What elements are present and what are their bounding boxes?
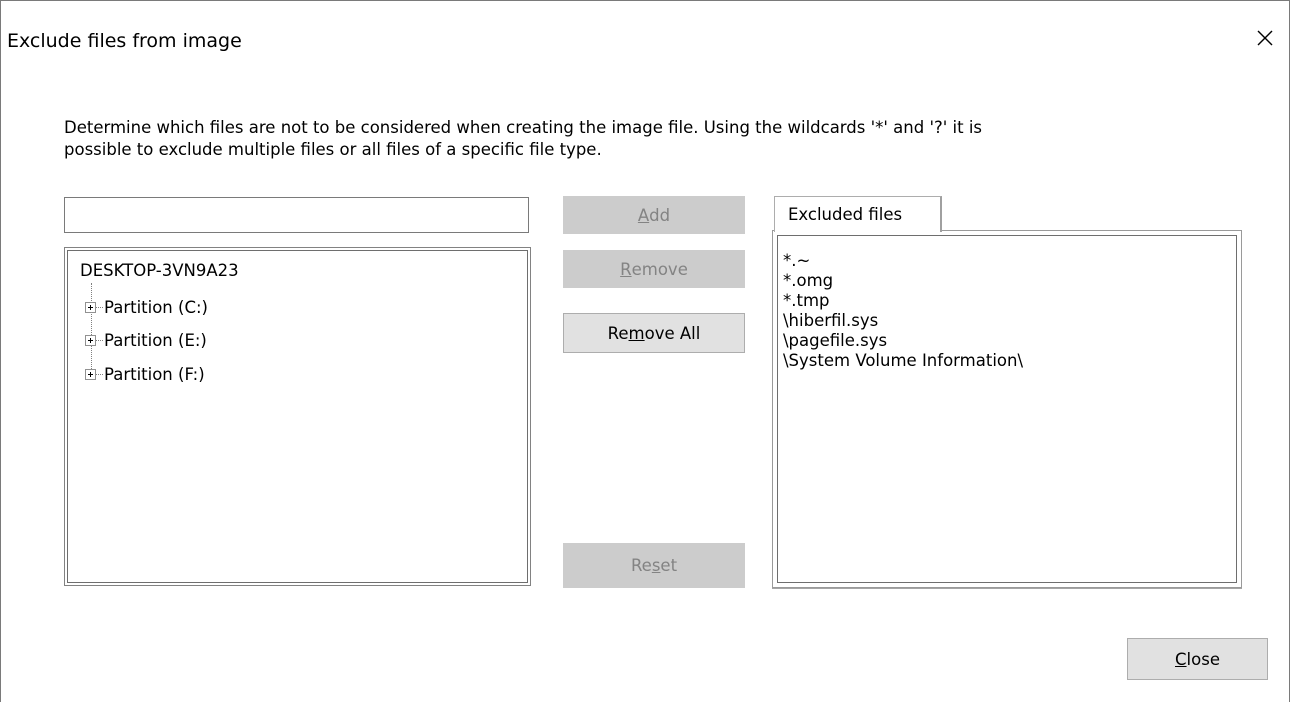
- remove-all-button-mnemonic: m: [628, 323, 645, 343]
- reset-button[interactable]: Re s et: [563, 543, 745, 588]
- tree-node-label: Partition (F:): [104, 364, 205, 384]
- reset-button-mnemonic: s: [651, 556, 661, 575]
- list-item[interactable]: \System Volume Information\: [783, 351, 1023, 371]
- close-button-mnemonic: C: [1175, 649, 1187, 669]
- description-line-2: possible to exclude multiple files or al…: [64, 140, 602, 159]
- dialog-description: Determine which files are not to be cons…: [64, 117, 1184, 161]
- reset-button-prefix: Re: [630, 556, 652, 575]
- reset-button-suffix: et: [660, 556, 678, 575]
- close-button[interactable]: Close: [1127, 638, 1268, 680]
- tab-excluded-files-label: Excluded files: [788, 205, 903, 224]
- drive-tree-frame: DESKTOP-3VN9A23 Partition (C:) Partition…: [67, 250, 528, 583]
- list-item[interactable]: *.~: [783, 251, 1023, 271]
- tree-node-partition-c[interactable]: Partition (C:): [85, 296, 208, 318]
- remove-button[interactable]: Remove: [563, 250, 745, 288]
- drive-tree[interactable]: DESKTOP-3VN9A23 Partition (C:) Partition…: [64, 247, 531, 586]
- list-item[interactable]: \hiberfil.sys: [783, 311, 1023, 331]
- add-button-suffix: dd: [649, 205, 671, 225]
- list-item[interactable]: *.tmp: [783, 291, 1023, 311]
- plus-box-icon[interactable]: [85, 368, 96, 380]
- tree-connector-dots: [96, 339, 103, 341]
- tree-node-label: Partition (C:): [104, 297, 208, 317]
- close-icon[interactable]: [1250, 23, 1280, 53]
- list-item[interactable]: *.omg: [783, 271, 1023, 291]
- plus-box-icon[interactable]: [85, 334, 96, 346]
- remove-all-button[interactable]: Re m ove All: [563, 313, 745, 353]
- plus-box-icon[interactable]: [85, 301, 96, 313]
- remove-all-button-suffix: ove All: [644, 323, 701, 343]
- excluded-files-list[interactable]: *.~ *.omg *.tmp \hiberfil.sys \pagefile.…: [772, 230, 1242, 588]
- tab-excluded-files[interactable]: Excluded files: [774, 196, 942, 232]
- tree-node-partition-f[interactable]: Partition (F:): [85, 363, 205, 385]
- description-line-1: Determine which files are not to be cons…: [64, 118, 983, 137]
- tree-connector-dots: [96, 306, 103, 308]
- excluded-files-items: *.~ *.omg *.tmp \hiberfil.sys \pagefile.…: [783, 251, 1023, 371]
- exclude-files-dialog: Exclude files from image Determine which…: [0, 0, 1290, 702]
- excluded-files-list-frame: *.~ *.omg *.tmp \hiberfil.sys \pagefile.…: [777, 235, 1237, 583]
- add-button-mnemonic: A: [637, 205, 650, 225]
- tree-node-partition-e[interactable]: Partition (E:): [85, 329, 207, 351]
- remove-button-suffix: emove: [631, 259, 688, 279]
- add-button[interactable]: Add: [563, 196, 745, 234]
- close-button-suffix: lose: [1186, 649, 1220, 669]
- list-item[interactable]: \pagefile.sys: [783, 331, 1023, 351]
- dialog-title: Exclude files from image: [7, 30, 242, 52]
- remove-button-mnemonic: R: [620, 259, 632, 279]
- tree-node-label: Partition (E:): [104, 330, 207, 350]
- remove-all-button-prefix: Re: [607, 323, 629, 343]
- tree-root-computer[interactable]: DESKTOP-3VN9A23: [80, 260, 239, 282]
- tree-connector-dots: [96, 373, 103, 375]
- path-input[interactable]: [64, 197, 529, 233]
